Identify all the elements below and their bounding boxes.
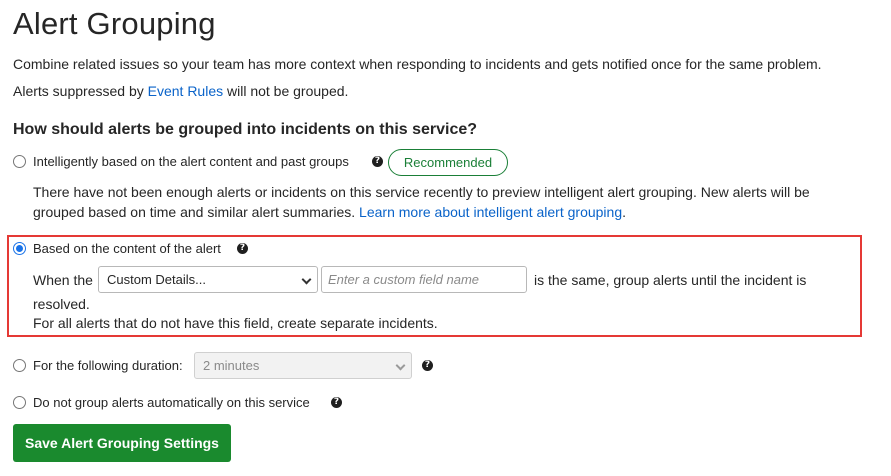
chevron-down-icon [395, 360, 406, 371]
chevron-down-icon [301, 274, 312, 285]
duration-select-value: 2 minutes [203, 358, 260, 373]
alert-grouping-page: Alert Grouping Combine related issues so… [0, 0, 891, 476]
intelligent-help-icon[interactable]: ? [372, 156, 383, 167]
suppressed-suffix: will not be grouped. [223, 83, 349, 99]
field-select-value: Custom Details... [107, 272, 206, 287]
suppressed-note: Alerts suppressed by Event Rules will no… [13, 83, 348, 99]
suppressed-prefix: Alerts suppressed by [13, 83, 148, 99]
intelligent-description: There have not been enough alerts or inc… [33, 182, 853, 222]
event-rules-link[interactable]: Event Rules [148, 83, 223, 99]
none-label: Do not group alerts automatically on thi… [33, 395, 310, 410]
content-label: Based on the content of the alert [33, 241, 221, 256]
content-help-icon[interactable]: ? [237, 243, 248, 254]
no-field-text: For all alerts that do not have this fie… [33, 315, 438, 331]
page-title: Alert Grouping [13, 6, 216, 41]
field-select[interactable]: Custom Details... [98, 266, 318, 293]
radio-content[interactable] [13, 242, 26, 255]
duration-select[interactable]: 2 minutes [194, 352, 412, 379]
same-text: is the same, group alerts until the inci… [534, 272, 807, 288]
radio-duration[interactable] [13, 359, 26, 372]
save-button[interactable]: Save Alert Grouping Settings [13, 424, 231, 462]
grouping-question: How should alerts be grouped into incide… [13, 121, 478, 138]
when-the-text: When the [33, 272, 93, 288]
intro-text: Combine related issues so your team has … [13, 56, 822, 72]
learn-more-period: . [622, 204, 626, 220]
custom-field-input[interactable]: Enter a custom field name [321, 266, 527, 293]
duration-help-icon[interactable]: ? [422, 360, 433, 371]
intelligent-label: Intelligently based on the alert content… [33, 154, 349, 169]
resolved-text: resolved. [33, 296, 90, 312]
duration-label: For the following duration: [33, 358, 183, 373]
learn-more-link[interactable]: Learn more about intelligent alert group… [359, 204, 622, 220]
recommended-badge: Recommended [388, 149, 508, 176]
none-help-icon[interactable]: ? [331, 397, 342, 408]
radio-none[interactable] [13, 396, 26, 409]
radio-intelligent[interactable] [13, 155, 26, 168]
